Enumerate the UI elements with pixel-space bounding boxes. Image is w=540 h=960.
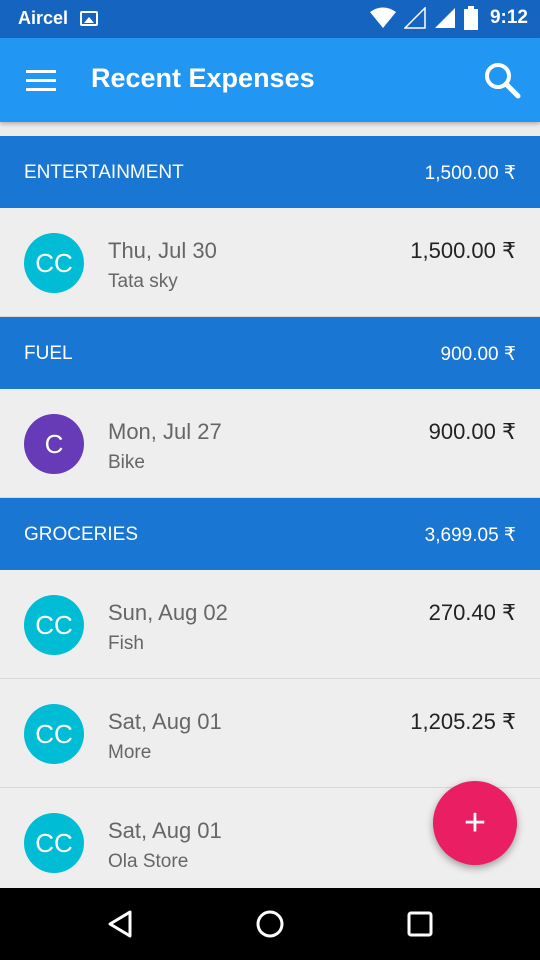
expense-item[interactable]: CC Sun, Aug 02 Fish 270.40 ₹ — [0, 570, 540, 679]
expense-date: Sun, Aug 02 — [108, 600, 228, 625]
expense-description: Bike — [108, 452, 145, 473]
menu-icon[interactable] — [26, 70, 56, 92]
expense-amount: 270.40 ₹ — [428, 600, 516, 625]
clock: 9:12 — [489, 7, 528, 28]
expense-description: Ola Store — [108, 851, 189, 872]
recents-icon[interactable] — [404, 908, 436, 940]
avatar: CC — [24, 813, 84, 873]
expense-date: Sat, Aug 01 — [108, 818, 222, 843]
expense-description: More — [108, 742, 152, 763]
expense-date: Sat, Aug 01 — [108, 709, 222, 734]
avatar: CC — [24, 233, 84, 293]
add-expense-button[interactable]: + — [433, 781, 517, 865]
status-bar: Aircel 9:12 — [0, 0, 540, 38]
navigation-bar — [0, 888, 540, 960]
carrier-name: Aircel — [18, 8, 69, 28]
back-icon[interactable] — [104, 908, 136, 940]
wifi-icon — [369, 7, 396, 28]
system-icons: 9:12 — [369, 6, 528, 30]
home-icon[interactable] — [254, 908, 286, 940]
category-header-fuel[interactable]: FUEL 900.00 ₹ — [0, 317, 540, 389]
category-total: 3,699.05 ₹ — [424, 525, 516, 546]
signal-empty-icon — [403, 7, 426, 29]
avatar: CC — [24, 704, 84, 764]
expense-item[interactable]: C Mon, Jul 27 Bike 900.00 ₹ — [0, 389, 540, 498]
image-notification-icon — [80, 11, 98, 26]
category-total: 1,500.00 ₹ — [424, 163, 516, 184]
search-icon[interactable] — [482, 60, 522, 100]
expense-date: Thu, Jul 30 — [108, 238, 217, 263]
expense-amount: 1,205.25 ₹ — [410, 709, 516, 734]
expense-date: Mon, Jul 27 — [108, 419, 222, 444]
expense-list[interactable]: ENTERTAINMENT 1,500.00 ₹ CC Thu, Jul 30 … — [0, 136, 540, 888]
category-header-groceries[interactable]: GROCERIES 3,699.05 ₹ — [0, 498, 540, 570]
category-name: FUEL — [24, 343, 73, 364]
category-header-entertainment[interactable]: ENTERTAINMENT 1,500.00 ₹ — [0, 136, 540, 208]
avatar: C — [24, 414, 84, 474]
category-total: 900.00 ₹ — [440, 344, 516, 365]
expense-description: Fish — [108, 633, 144, 654]
expense-description: Tata sky — [108, 271, 178, 292]
battery-icon — [463, 6, 478, 30]
expense-amount: 900.00 ₹ — [428, 419, 516, 444]
expense-item[interactable]: CC Sat, Aug 01 More 1,205.25 ₹ — [0, 679, 540, 788]
page-title: Recent Expenses — [91, 63, 315, 93]
expense-item[interactable]: CC Thu, Jul 30 Tata sky 1,500.00 ₹ — [0, 208, 540, 317]
category-name: GROCERIES — [24, 524, 139, 545]
expense-amount: 1,500.00 ₹ — [410, 238, 516, 263]
app-bar: Recent Expenses — [0, 38, 540, 122]
add-icon: + — [463, 801, 487, 844]
category-name: ENTERTAINMENT — [24, 162, 184, 183]
avatar: CC — [24, 595, 84, 655]
signal-icon — [434, 8, 455, 28]
